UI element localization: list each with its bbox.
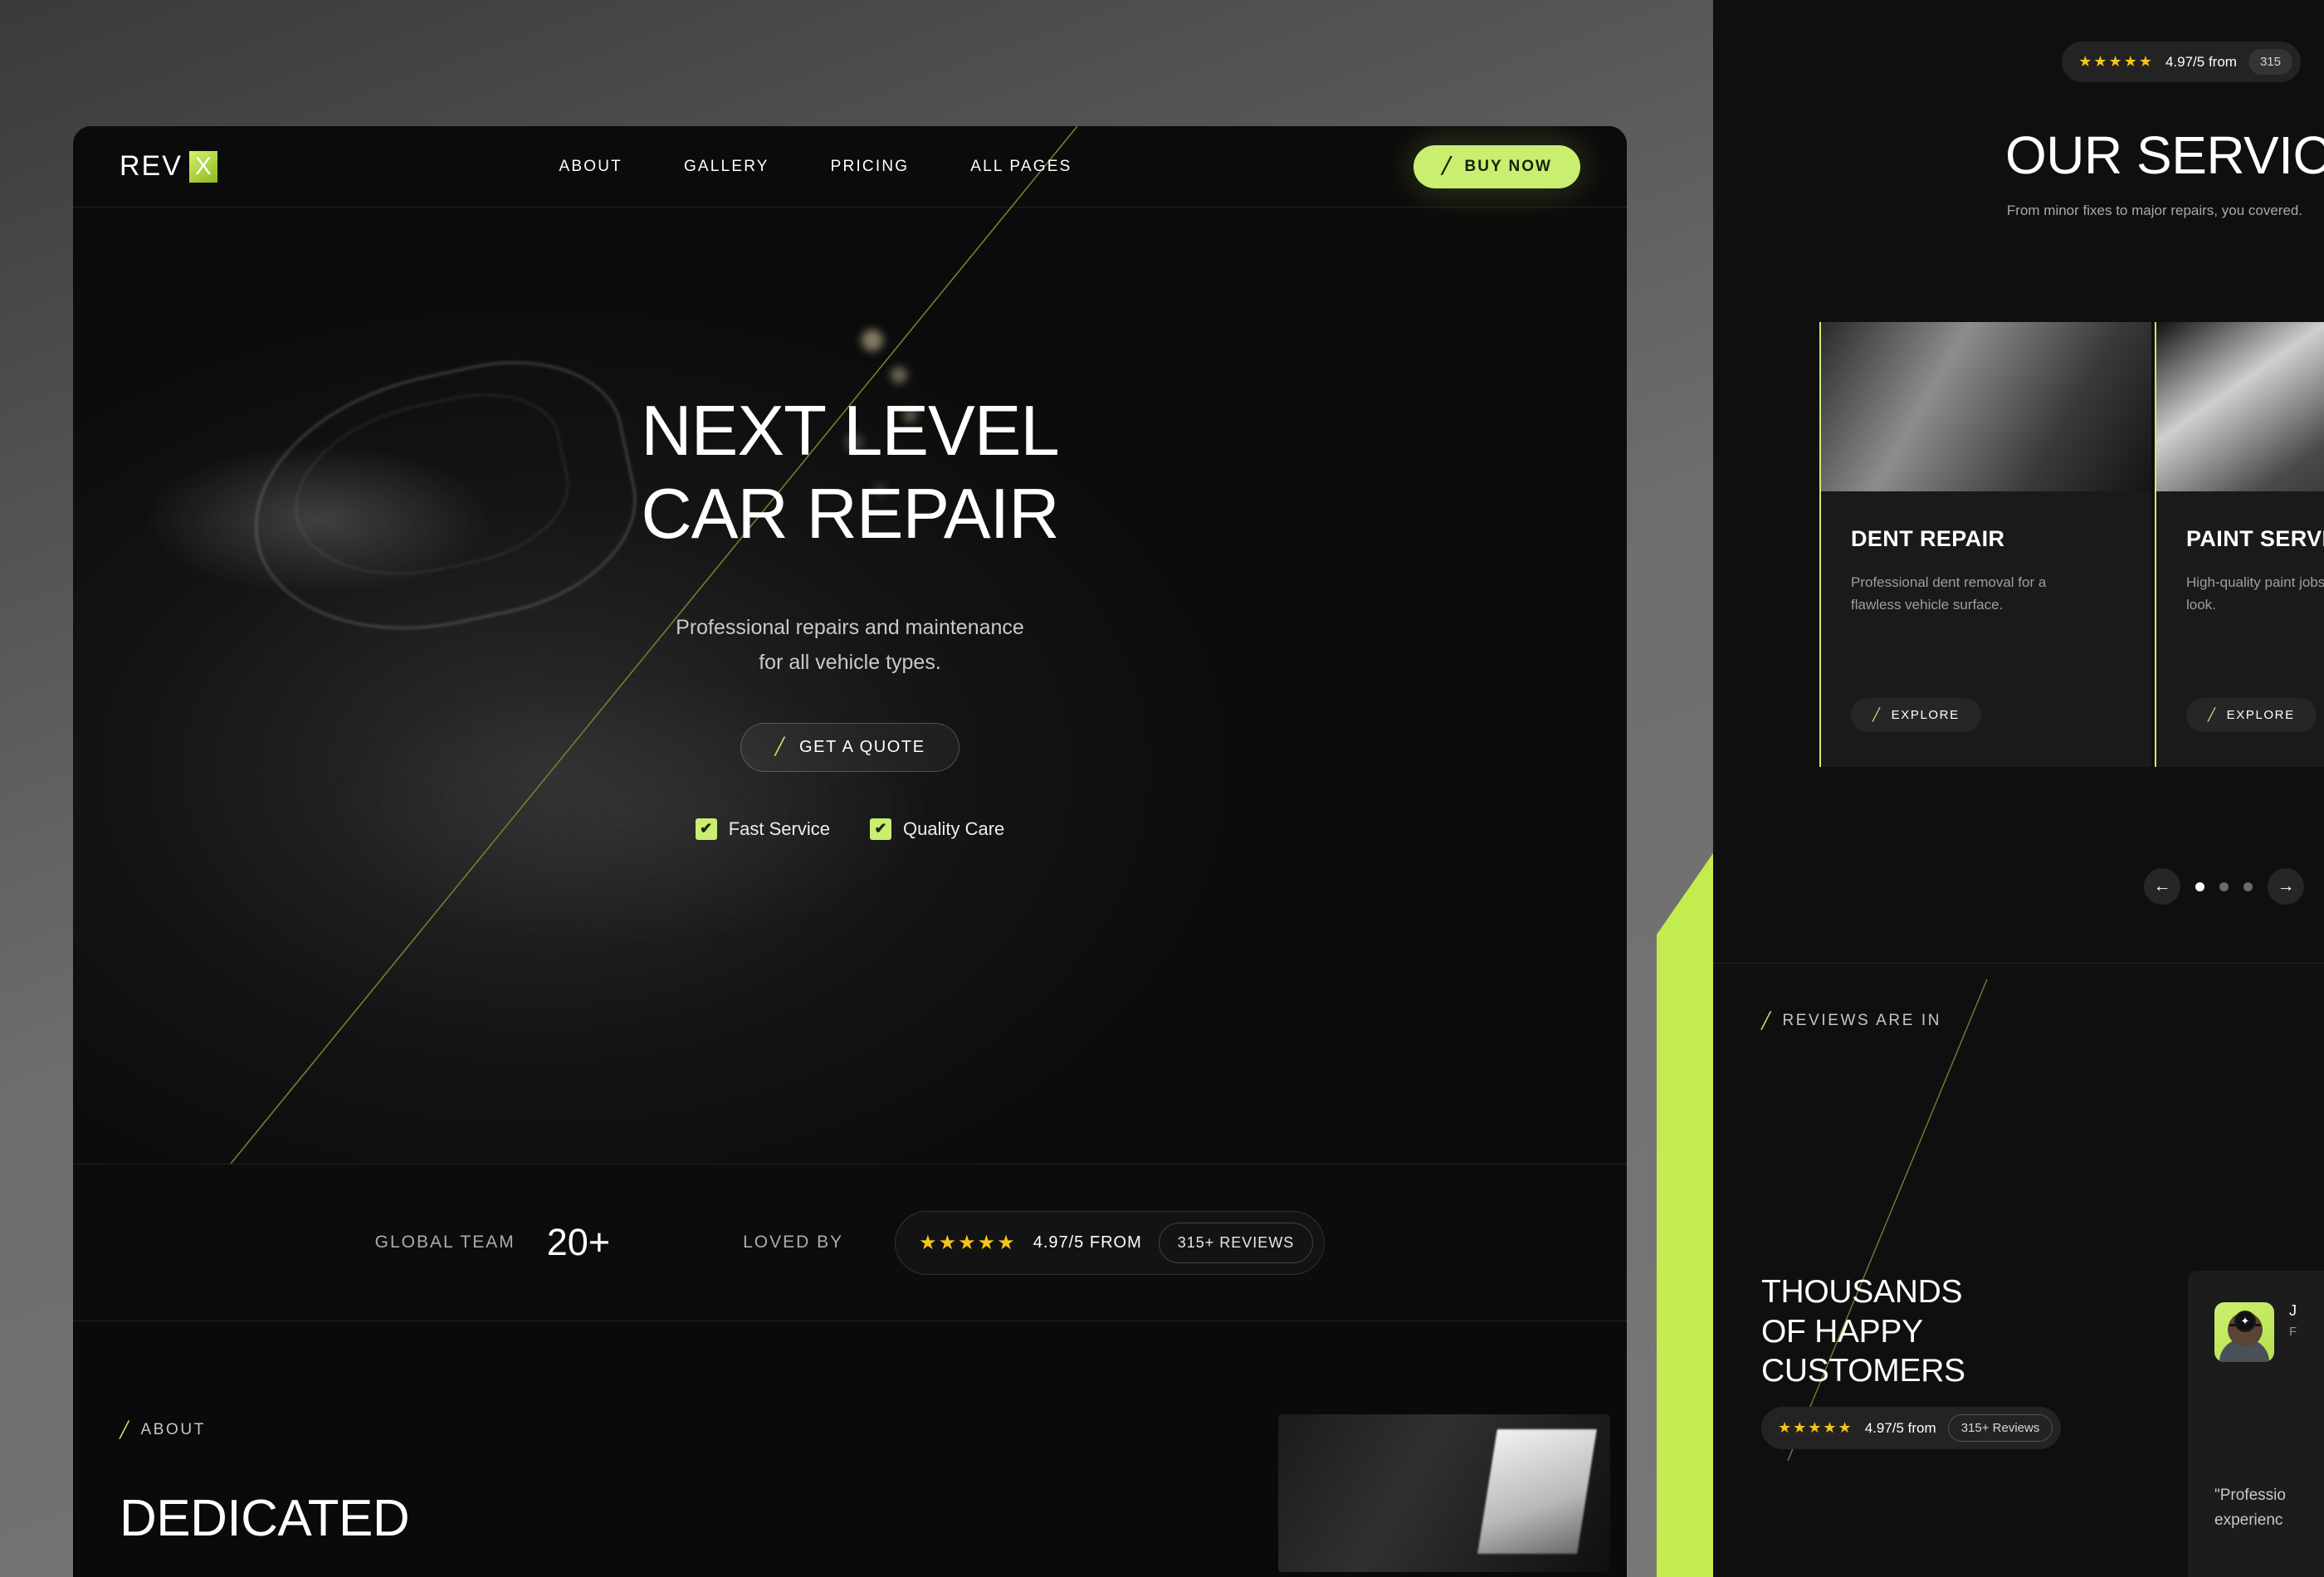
secondary-page-panel: ★★★★★ 4.97/5 from 315 OUR SERVICES From … <box>1713 0 2324 1577</box>
rating-value: 4.97/5 FROM <box>1033 1233 1142 1252</box>
carousel-dot[interactable] <box>2243 881 2253 891</box>
stats-bar: GLOBAL TEAM 20+ LOVED BY ★★★★★ 4.97/5 FR… <box>73 1164 1627 1321</box>
slash-icon: ╱ <box>1442 158 1453 175</box>
reviews-eyebrow: ╱ REVIEWS ARE IN <box>1761 1012 2324 1030</box>
carousel-next-arrow-icon[interactable]: → <box>2268 868 2304 905</box>
hero-content: NEXT LEVEL CAR REPAIR Professional repai… <box>73 126 1627 1164</box>
feature-label: Quality Care <box>902 818 1005 839</box>
reviews-heading-line-1: THOUSANDS <box>1761 1274 1963 1310</box>
rating-value: 4.97/5 from <box>2165 53 2237 70</box>
service-card-title: DENT REPAIR <box>1851 526 2005 551</box>
reviews-count-chip[interactable]: 315+ Reviews <box>1947 1414 2053 1442</box>
service-card[interactable]: DENT REPAIR Professional dent removal fo… <box>1819 322 2151 767</box>
nav-link-gallery[interactable]: GALLERY <box>684 158 769 176</box>
slash-icon: ╱ <box>1872 708 1882 722</box>
service-card-image <box>2156 322 2324 491</box>
service-card-description: Professional dent removal for a flawless… <box>1851 574 2047 613</box>
reviews-count-chip[interactable]: 315 <box>2248 49 2292 75</box>
services-title: OUR SERVICES <box>2005 125 2324 185</box>
star-rating-icon: ★★★★★ <box>1778 1419 1853 1436</box>
nav-links: ABOUT GALLERY PRICING ALL PAGES <box>559 158 1072 176</box>
nav-link-all-pages[interactable]: ALL PAGES <box>970 158 1072 176</box>
carousel-dot[interactable] <box>2195 881 2204 891</box>
reviews-eyebrow-label: REVIEWS ARE IN <box>1782 1012 1942 1029</box>
hero-title-line-1: NEXT LEVEL <box>641 392 1059 471</box>
reviews-rating-pill: ★★★★★ 4.97/5 from 315+ Reviews <box>1761 1407 2062 1449</box>
reviews-section: ╱ REVIEWS ARE IN THOUSANDS OF HAPPY CUST… <box>1713 963 2324 1577</box>
explore-button[interactable]: ╱ EXPLORE <box>2186 698 2317 732</box>
check-icon: ✔ <box>695 818 717 840</box>
hero-subtitle-line-2: for all vehicle types. <box>759 650 941 674</box>
brand-logo[interactable]: REV X <box>120 150 217 183</box>
hero-section: REV X ABOUT GALLERY PRICING ALL PAGES ╱ … <box>73 126 1627 1164</box>
check-icon: ✔ <box>869 818 891 840</box>
hero-subtitle: Professional repairs and maintenance for… <box>676 610 1024 680</box>
service-card-title: PAINT SERVICES <box>2186 526 2324 551</box>
slash-icon: ╱ <box>2208 708 2217 722</box>
twitter-icon: ✦ <box>2234 1311 2256 1332</box>
rating-pill: ★★★★★ 4.97/5 FROM 315+ REVIEWS <box>895 1210 1326 1275</box>
carousel-dot[interactable] <box>2219 881 2229 891</box>
slash-icon: ╱ <box>1761 1012 1771 1030</box>
panel2-rating-pill: ★★★★★ 4.97/5 from 315 <box>2062 42 2301 82</box>
global-team-label: GLOBAL TEAM <box>374 1233 515 1252</box>
star-rating-icon: ★★★★★ <box>2078 53 2154 70</box>
explore-label: EXPLORE <box>1891 708 1960 722</box>
feature-item: ✔ Quality Care <box>869 818 1005 840</box>
carousel-prev-arrow-icon[interactable]: ← <box>2144 868 2180 905</box>
nav-link-about[interactable]: ABOUT <box>559 158 622 176</box>
star-rating-icon: ★★★★★ <box>919 1231 1017 1254</box>
service-card-image <box>1821 322 2151 491</box>
service-card-description: High-quality paint jobs for a fresh, new… <box>2186 574 2324 613</box>
slash-icon: ╱ <box>120 1421 129 1439</box>
testimonial-card: ✦ J F "Professio experienc <box>2188 1271 2324 1577</box>
about-eyebrow-label: ABOUT <box>140 1421 206 1438</box>
testimonial-quote-line-1: "Professio <box>2214 1487 2286 1504</box>
testimonial-author-name: J <box>2289 1302 2297 1319</box>
main-page-panel: REV X ABOUT GALLERY PRICING ALL PAGES ╱ … <box>73 126 1627 1577</box>
brand-accent-letter: X <box>188 150 217 183</box>
get-a-quote-button[interactable]: ╱ GET A QUOTE <box>740 722 959 772</box>
testimonial-quote: "Professio experienc <box>2214 1483 2324 1534</box>
buy-now-label: BUY NOW <box>1464 157 1552 175</box>
get-a-quote-label: GET A QUOTE <box>798 737 925 756</box>
nav-link-pricing[interactable]: PRICING <box>831 158 910 176</box>
hero-subtitle-line-1: Professional repairs and maintenance <box>676 615 1024 639</box>
about-section: ╱ ABOUT DEDICATED <box>73 1321 1627 1577</box>
reviews-count-chip[interactable]: 315+ REVIEWS <box>1158 1222 1314 1263</box>
reviews-heading-line-3: CUSTOMERS <box>1761 1353 1965 1389</box>
loved-by-label: LOVED BY <box>743 1233 844 1252</box>
global-team-value: 20+ <box>546 1221 611 1263</box>
testimonial-header: ✦ J F <box>2214 1302 2324 1362</box>
services-subtitle: From minor fixes to major repairs, you c… <box>2006 203 2303 218</box>
brand-name: REV <box>120 150 183 182</box>
top-navigation-bar: REV X ABOUT GALLERY PRICING ALL PAGES ╱ … <box>73 126 1627 208</box>
rating-value: 4.97/5 from <box>1864 1419 1936 1436</box>
testimonial-author-handle: F <box>2289 1325 2297 1339</box>
service-cards: DENT REPAIR Professional dent removal fo… <box>1819 322 2324 767</box>
reviews-heading: THOUSANDS OF HAPPY CUSTOMERS <box>1761 1272 1965 1391</box>
feature-item: ✔ Fast Service <box>695 818 830 840</box>
reviews-heading-line-2: OF HAPPY <box>1761 1313 1923 1350</box>
about-image <box>1278 1414 1610 1572</box>
hero-features: ✔ Fast Service ✔ Quality Care <box>695 818 1005 840</box>
services-carousel-controls: ← → <box>2144 868 2304 905</box>
hero-title-line-2: CAR REPAIR <box>641 475 1059 554</box>
slash-icon: ╱ <box>774 738 786 757</box>
buy-now-button[interactable]: ╱ BUY NOW <box>1413 144 1580 188</box>
explore-label: EXPLORE <box>2226 708 2295 722</box>
explore-button[interactable]: ╱ EXPLORE <box>1851 698 1981 732</box>
service-card[interactable]: PAINT SERVICES High-quality paint jobs f… <box>2155 322 2324 767</box>
feature-label: Fast Service <box>728 818 830 839</box>
testimonial-quote-line-2: experienc <box>2214 1511 2283 1530</box>
